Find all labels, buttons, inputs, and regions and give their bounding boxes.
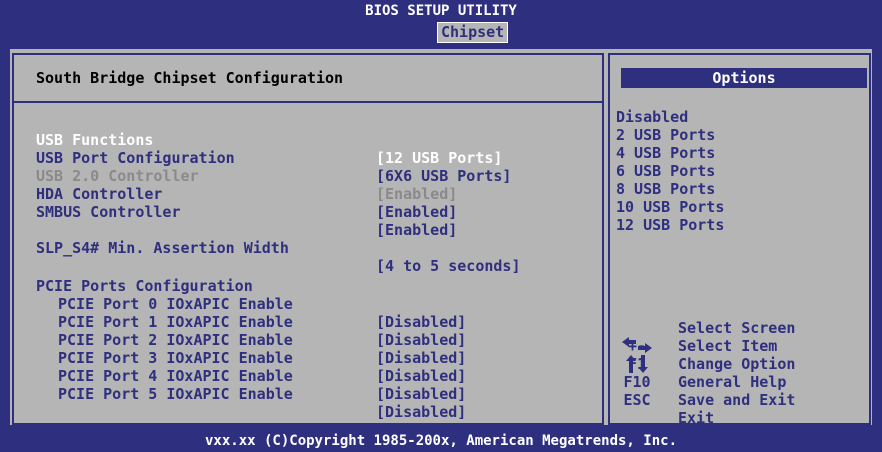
setting-slp-s4-min-assertion-width[interactable]: SLP_S4# Min. Assertion Width [4 to 5 sec…: [36, 221, 521, 275]
help-key: ESC: [623, 391, 651, 409]
setting-label: USB Port Configuration: [36, 149, 235, 167]
option-item[interactable]: 8 USB Ports: [616, 180, 715, 198]
pcie-heading: PCIE Ports Configuration: [36, 259, 253, 295]
setting-label: PCIE Port 4 IOxAPIC Enable: [58, 367, 293, 385]
setting-usb-port-configuration[interactable]: USB Port Configuration [6X6 USB Ports]: [36, 131, 511, 185]
help-change-option: +- Change Option: [614, 319, 864, 373]
setting-value[interactable]: [12 USB Ports]: [376, 149, 502, 167]
setting-label: USB 2.0 Controller: [36, 167, 199, 185]
setting-value[interactable]: [Disabled]: [376, 349, 466, 367]
setting-label: PCIE Port 0 IOxAPIC Enable: [58, 295, 293, 313]
setting-value[interactable]: [Disabled]: [376, 367, 466, 385]
setting-pcie-port-1[interactable]: PCIE Port 1 IOxAPIC Enable [Disabled]: [36, 295, 466, 349]
help-save-exit: F10 Save and Exit: [614, 355, 864, 409]
setting-value[interactable]: [Disabled]: [376, 331, 466, 349]
setting-value[interactable]: [4 to 5 seconds]: [376, 257, 521, 275]
setting-value[interactable]: [Disabled]: [376, 385, 466, 403]
option-item[interactable]: 4 USB Ports: [616, 144, 715, 162]
setting-value[interactable]: [Disabled]: [376, 403, 466, 421]
setting-smbus-controller[interactable]: SMBUS Controller [Enabled]: [36, 185, 457, 239]
options-title: Options: [621, 68, 867, 88]
option-item[interactable]: 6 USB Ports: [616, 162, 715, 180]
option-item[interactable]: 10 USB Ports: [616, 198, 724, 216]
setting-pcie-port-2[interactable]: PCIE Port 2 IOxAPIC Enable [Disabled]: [36, 313, 466, 367]
bios-title: BIOS SETUP UTILITY: [365, 3, 517, 19]
option-item[interactable]: 2 USB Ports: [616, 126, 715, 144]
header-bar: BIOS SETUP UTILITY Chipset: [0, 0, 882, 44]
help-select-item: Select Item: [614, 301, 864, 373]
setting-usb2-controller: USB 2.0 Controller [Enabled]: [36, 149, 457, 203]
setting-pcie-port-4[interactable]: PCIE Port 4 IOxAPIC Enable [Disabled]: [36, 349, 466, 403]
help-exit: ESC Exit: [614, 373, 864, 427]
setting-label: SLP_S4# Min. Assertion Width: [36, 239, 289, 257]
setting-label: SMBUS Controller: [36, 203, 181, 221]
section-title: South Bridge Chipset Configuration: [36, 69, 344, 87]
setting-value[interactable]: [6X6 USB Ports]: [376, 167, 511, 185]
section-divider: [14, 101, 602, 103]
setting-value[interactable]: [Disabled]: [376, 313, 466, 331]
setting-usb-functions[interactable]: USB Functions [12 USB Ports]: [36, 113, 502, 167]
setting-label: PCIE Port 3 IOxAPIC Enable: [58, 349, 293, 367]
option-item[interactable]: Disabled: [616, 108, 688, 126]
setting-value[interactable]: [Enabled]: [376, 203, 457, 221]
help-text: Exit: [678, 409, 715, 427]
help-general-help: F1 General Help: [614, 337, 864, 391]
setting-hda-controller[interactable]: HDA Controller [Enabled]: [36, 167, 457, 221]
option-item[interactable]: 12 USB Ports: [616, 216, 724, 234]
setting-label: PCIE Port 2 IOxAPIC Enable: [58, 331, 293, 349]
setting-label: PCIE Port 5 IOxAPIC Enable: [58, 385, 293, 403]
setting-label: HDA Controller: [36, 185, 163, 203]
tab-chipset[interactable]: Chipset: [437, 22, 509, 43]
copyright-footer: vxx.xx (C)Copyright 1985-200x, American …: [204, 433, 677, 449]
pcie-heading-label: PCIE Ports Configuration: [36, 277, 253, 295]
help-text: Save and Exit: [678, 391, 796, 409]
setting-value[interactable]: [Enabled]: [376, 221, 457, 239]
setting-pcie-port-3[interactable]: PCIE Port 3 IOxAPIC Enable [Disabled]: [36, 331, 466, 385]
setting-pcie-port-0[interactable]: PCIE Port 0 IOxAPIC Enable [Disabled]: [36, 277, 466, 331]
setting-pcie-port-5[interactable]: PCIE Port 5 IOxAPIC Enable [Disabled]: [36, 367, 466, 421]
setting-label: PCIE Port 1 IOxAPIC Enable: [58, 313, 293, 331]
help-select-screen: Select Screen: [614, 283, 864, 353]
setting-value: [Enabled]: [376, 185, 458, 203]
